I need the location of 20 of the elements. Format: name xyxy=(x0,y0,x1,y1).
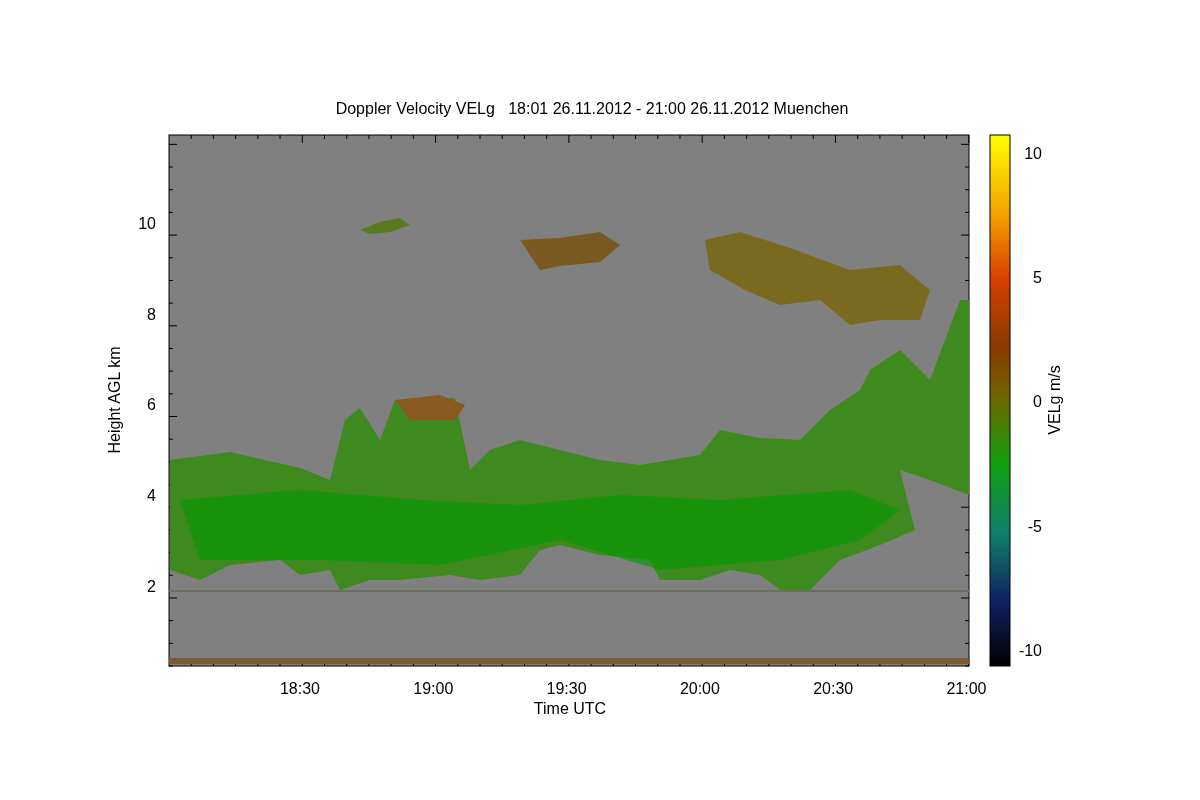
colorbar-tick-label: -10 xyxy=(1018,641,1042,659)
y-tick-label: 6 xyxy=(147,396,156,414)
colorbar-tick-label: 0 xyxy=(1033,393,1042,411)
colorbar-label: VELg m/s xyxy=(1046,365,1063,435)
x-tick-label: 20:30 xyxy=(813,680,854,697)
x-tick-label: 19:30 xyxy=(546,680,587,697)
x-tick-label: 18:30 xyxy=(280,680,320,697)
y-tick-label: 10 xyxy=(138,215,156,232)
x-axis-label: Time UTC xyxy=(533,700,607,717)
y-tick-label: 4 xyxy=(147,487,156,505)
x-tick-label: 19:00 xyxy=(413,680,454,697)
x-tick-label: 21:00 xyxy=(946,680,987,697)
plot-title: Doppler Velocity VELg 18:01 26.11.2012 - 21:00 26.11.2012 Muenchen xyxy=(335,100,849,117)
colorbar-tick-label: -5 xyxy=(1027,517,1042,535)
colorbar-tick-label: 10 xyxy=(1024,145,1042,162)
y-axis-label: Height AGL km xyxy=(106,346,123,454)
x-tick-label: 20:00 xyxy=(679,680,720,697)
y-tick-label: 2 xyxy=(147,577,156,595)
colorbar-tick-label: 5 xyxy=(1033,269,1042,287)
y-tick-label: 8 xyxy=(147,305,156,323)
